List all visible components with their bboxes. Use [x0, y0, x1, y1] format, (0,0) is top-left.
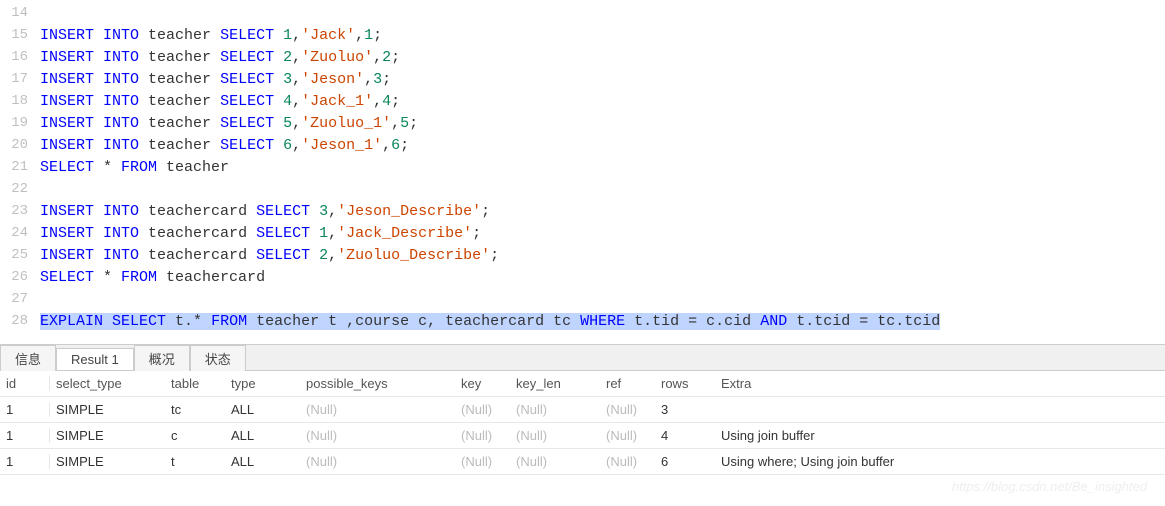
grid-cell[interactable]: SIMPLE [50, 454, 165, 469]
table-row[interactable]: 1SIMPLEtcALL(Null)(Null)(Null)(Null)3 [0, 397, 1165, 423]
code-line[interactable]: 20INSERT INTO teacher SELECT 6,'Jeson_1'… [0, 134, 1165, 156]
code-content[interactable]: INSERT INTO teacher SELECT 4,'Jack_1',4; [40, 93, 400, 110]
code-content[interactable]: INSERT INTO teacher SELECT 6,'Jeson_1',6… [40, 137, 409, 154]
code-line[interactable]: 16INSERT INTO teacher SELECT 2,'Zuoluo',… [0, 46, 1165, 68]
grid-cell[interactable]: t [165, 454, 225, 469]
grid-cell[interactable]: SIMPLE [50, 402, 165, 417]
tab-状态[interactable]: 状态 [190, 345, 246, 371]
grid-cell[interactable]: ALL [225, 428, 300, 443]
code-line[interactable]: 18INSERT INTO teacher SELECT 4,'Jack_1',… [0, 90, 1165, 112]
code-line[interactable]: 21SELECT * FROM teacher [0, 156, 1165, 178]
grid-cell[interactable]: (Null) [455, 402, 510, 417]
table-row[interactable]: 1SIMPLEcALL(Null)(Null)(Null)(Null)4Usin… [0, 423, 1165, 449]
grid-cell[interactable]: (Null) [510, 454, 600, 469]
tab-result-1[interactable]: Result 1 [56, 348, 134, 370]
grid-cell[interactable]: c [165, 428, 225, 443]
line-number: 25 [0, 247, 40, 263]
code-line[interactable]: 27 [0, 288, 1165, 310]
code-content[interactable]: INSERT INTO teachercard SELECT 1,'Jack_D… [40, 225, 481, 242]
grid-cell[interactable]: (Null) [300, 402, 455, 417]
code-content[interactable]: SELECT * FROM teacher [40, 159, 229, 176]
grid-cell[interactable]: tc [165, 402, 225, 417]
line-number: 21 [0, 159, 40, 175]
grid-cell[interactable]: Using join buffer [715, 428, 1015, 443]
grid-cell[interactable]: (Null) [455, 454, 510, 469]
tab-概况[interactable]: 概况 [134, 345, 190, 371]
column-header[interactable]: key_len [510, 376, 600, 391]
code-line[interactable]: 26SELECT * FROM teachercard [0, 266, 1165, 288]
line-number: 27 [0, 291, 40, 307]
line-number: 28 [0, 313, 40, 329]
column-header[interactable]: rows [655, 376, 715, 391]
column-header[interactable]: ref [600, 376, 655, 391]
grid-cell[interactable]: (Null) [510, 402, 600, 417]
column-header[interactable]: possible_keys [300, 376, 455, 391]
code-content[interactable]: INSERT INTO teachercard SELECT 3,'Jeson_… [40, 203, 490, 220]
watermark-text: https://blog.csdn.net/Be_insighted [952, 479, 1147, 494]
code-line[interactable]: 14 [0, 2, 1165, 24]
column-header[interactable]: id [0, 376, 50, 391]
line-number: 17 [0, 71, 40, 87]
code-line[interactable]: 17INSERT INTO teacher SELECT 3,'Jeson',3… [0, 68, 1165, 90]
grid-cell[interactable]: (Null) [600, 428, 655, 443]
line-number: 18 [0, 93, 40, 109]
line-number: 23 [0, 203, 40, 219]
code-content[interactable]: INSERT INTO teacher SELECT 3,'Jeson',3; [40, 71, 391, 88]
code-line[interactable]: 25INSERT INTO teachercard SELECT 2,'Zuol… [0, 244, 1165, 266]
code-content[interactable]: EXPLAIN SELECT t.* FROM teacher t ,cours… [40, 313, 940, 330]
grid-cell[interactable]: 1 [0, 454, 50, 469]
line-number: 24 [0, 225, 40, 241]
grid-cell[interactable]: (Null) [300, 428, 455, 443]
code-line[interactable]: 22 [0, 178, 1165, 200]
grid-cell[interactable]: 3 [655, 402, 715, 417]
column-header[interactable]: key [455, 376, 510, 391]
code-content[interactable]: INSERT INTO teachercard SELECT 2,'Zuoluo… [40, 247, 499, 264]
grid-cell[interactable]: 1 [0, 428, 50, 443]
line-number: 15 [0, 27, 40, 43]
code-line[interactable]: 23INSERT INTO teachercard SELECT 3,'Jeso… [0, 200, 1165, 222]
column-header[interactable]: select_type [50, 376, 165, 391]
grid-cell[interactable]: (Null) [300, 454, 455, 469]
code-line[interactable]: 28EXPLAIN SELECT t.* FROM teacher t ,cou… [0, 310, 1165, 332]
grid-cell[interactable]: 1 [0, 402, 50, 417]
grid-cell[interactable]: Using where; Using join buffer [715, 454, 1015, 469]
result-grid[interactable]: idselect_typetabletypepossible_keyskeyke… [0, 371, 1165, 475]
column-header[interactable]: table [165, 376, 225, 391]
grid-cell[interactable]: 6 [655, 454, 715, 469]
grid-cell[interactable]: SIMPLE [50, 428, 165, 443]
grid-cell[interactable]: 4 [655, 428, 715, 443]
line-number: 26 [0, 269, 40, 285]
line-number: 22 [0, 181, 40, 197]
grid-header-row: idselect_typetabletypepossible_keyskeyke… [0, 371, 1165, 397]
grid-cell[interactable]: ALL [225, 454, 300, 469]
code-content[interactable]: INSERT INTO teacher SELECT 5,'Zuoluo_1',… [40, 115, 418, 132]
grid-cell[interactable]: (Null) [510, 428, 600, 443]
line-number: 16 [0, 49, 40, 65]
code-content[interactable]: SELECT * FROM teachercard [40, 269, 265, 286]
line-number: 20 [0, 137, 40, 153]
table-row[interactable]: 1SIMPLEtALL(Null)(Null)(Null)(Null)6Usin… [0, 449, 1165, 475]
grid-cell[interactable]: (Null) [455, 428, 510, 443]
code-line[interactable]: 24INSERT INTO teachercard SELECT 1,'Jack… [0, 222, 1165, 244]
sql-editor[interactable]: 14 15INSERT INTO teacher SELECT 1,'Jack',… [0, 0, 1165, 334]
grid-cell[interactable]: (Null) [600, 454, 655, 469]
code-content[interactable]: INSERT INTO teacher SELECT 2,'Zuoluo',2; [40, 49, 400, 66]
code-content[interactable]: INSERT INTO teacher SELECT 1,'Jack',1; [40, 27, 382, 44]
code-line[interactable]: 19INSERT INTO teacher SELECT 5,'Zuoluo_1… [0, 112, 1165, 134]
grid-cell[interactable]: ALL [225, 402, 300, 417]
line-number: 19 [0, 115, 40, 131]
line-number: 14 [0, 5, 40, 21]
results-panel: 信息Result 1概况状态 idselect_typetabletypepos… [0, 344, 1165, 475]
column-header[interactable]: Extra [715, 376, 1015, 391]
grid-cell[interactable]: (Null) [600, 402, 655, 417]
column-header[interactable]: type [225, 376, 300, 391]
tabs-bar: 信息Result 1概况状态 [0, 345, 1165, 371]
tab-信息[interactable]: 信息 [0, 345, 56, 371]
code-line[interactable]: 15INSERT INTO teacher SELECT 1,'Jack',1; [0, 24, 1165, 46]
